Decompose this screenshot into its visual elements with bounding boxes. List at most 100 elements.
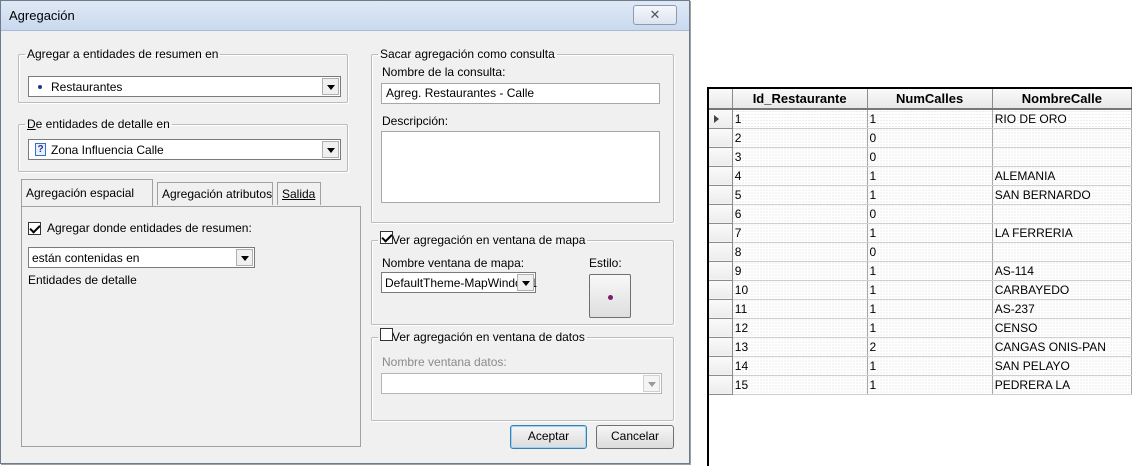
- detail-layer-select[interactable]: ? Zona Influencia Calle: [28, 139, 341, 160]
- row-selector[interactable]: [709, 166, 733, 186]
- data-window-select[interactable]: [381, 373, 662, 394]
- chevron-down-icon[interactable]: [643, 375, 660, 392]
- table-row[interactable]: 60: [709, 204, 1132, 224]
- cancel-button[interactable]: Cancelar: [596, 425, 674, 449]
- cell-numcalles[interactable]: 0: [867, 242, 993, 262]
- table-row[interactable]: 9 1 AS-114: [709, 261, 1132, 281]
- cell-numcalles[interactable]: 1: [867, 375, 993, 395]
- ok-button[interactable]: Aceptar: [510, 425, 587, 449]
- cell-numcalles[interactable]: 1: [867, 299, 993, 319]
- table-row[interactable]: 15 1 PEDRERA LA: [709, 375, 1132, 395]
- cell-nombrecalle[interactable]: SAN PELAYO: [992, 356, 1132, 376]
- cell-id-restaurante[interactable]: 1: [732, 109, 868, 129]
- symbol-style-button[interactable]: [589, 274, 631, 318]
- cell-nombrecalle[interactable]: [992, 242, 1132, 262]
- cell-id-restaurante[interactable]: 13: [732, 337, 868, 357]
- row-selector[interactable]: [709, 375, 733, 395]
- cell-numcalles[interactable]: 2: [867, 337, 993, 357]
- row-selector[interactable]: [709, 261, 733, 281]
- cell-nombrecalle[interactable]: LA FERRERIA: [992, 223, 1132, 243]
- row-selector[interactable]: [709, 356, 733, 376]
- cell-numcalles[interactable]: 0: [867, 128, 993, 148]
- cell-id-restaurante[interactable]: 10: [732, 280, 868, 300]
- cell-id-restaurante[interactable]: 7: [732, 223, 868, 243]
- close-button[interactable]: ✕: [633, 5, 677, 25]
- cell-id-restaurante[interactable]: 12: [732, 318, 868, 338]
- chevron-down-icon[interactable]: [236, 249, 253, 266]
- row-selector[interactable]: [709, 242, 733, 262]
- cell-numcalles[interactable]: 1: [867, 318, 993, 338]
- cell-nombrecalle[interactable]: CANGAS ONIS-PAN: [992, 337, 1132, 357]
- chevron-down-icon[interactable]: [322, 78, 339, 95]
- cell-id-restaurante[interactable]: 3: [732, 147, 868, 167]
- cell-numcalles[interactable]: 0: [867, 204, 993, 224]
- cell-numcalles[interactable]: 1: [867, 185, 993, 205]
- cell-numcalles[interactable]: 0: [867, 147, 993, 167]
- tab-spatial-aggregation[interactable]: Agregación espacial: [21, 179, 153, 206]
- cell-numcalles[interactable]: 1: [867, 223, 993, 243]
- row-selector[interactable]: [709, 318, 733, 338]
- tab-attribute-aggregation[interactable]: Agregación atributos: [157, 182, 273, 205]
- cell-nombrecalle[interactable]: [992, 128, 1132, 148]
- table-row[interactable]: 5 1 SAN BERNARDO: [709, 185, 1132, 205]
- cell-id-restaurante[interactable]: 5: [732, 185, 868, 205]
- table-row[interactable]: 10 1 CARBAYEDO: [709, 280, 1132, 300]
- cell-nombrecalle[interactable]: PEDRERA LA: [992, 375, 1132, 395]
- cell-numcalles[interactable]: 1: [867, 280, 993, 300]
- cell-numcalles[interactable]: 1: [867, 356, 993, 376]
- cell-nombrecalle[interactable]: ALEMANIA: [992, 166, 1132, 186]
- row-selector[interactable]: [709, 185, 733, 205]
- cell-nombrecalle[interactable]: CENSO: [992, 318, 1132, 338]
- column-header-nombrecalle[interactable]: NombreCalle: [992, 89, 1132, 110]
- cell-id-restaurante[interactable]: 6: [732, 204, 868, 224]
- row-selector[interactable]: [709, 337, 733, 357]
- table-row[interactable]: 80: [709, 242, 1132, 262]
- row-selector-header[interactable]: [709, 89, 733, 110]
- row-selector[interactable]: [709, 147, 733, 167]
- table-row[interactable]: 7 1 LA FERRERIA: [709, 223, 1132, 243]
- cell-id-restaurante[interactable]: 4: [732, 166, 868, 186]
- column-header-id-restaurante[interactable]: Id_Restaurante: [732, 89, 868, 110]
- table-row[interactable]: 12 1 CENSO: [709, 318, 1132, 338]
- description-input[interactable]: [381, 131, 660, 203]
- cell-nombrecalle[interactable]: RIO DE ORO: [992, 109, 1132, 129]
- chevron-down-icon[interactable]: [517, 274, 534, 291]
- row-selector[interactable]: [709, 109, 733, 129]
- table-row[interactable]: 11 1 AS-237: [709, 299, 1132, 319]
- table-row[interactable]: 4 1 ALEMANIA: [709, 166, 1132, 186]
- cell-nombrecalle[interactable]: AS-237: [992, 299, 1132, 319]
- cell-id-restaurante[interactable]: 15: [732, 375, 868, 395]
- spatial-relation-select[interactable]: están contenidas en: [28, 247, 255, 268]
- cell-nombrecalle[interactable]: [992, 204, 1132, 224]
- cell-id-restaurante[interactable]: 14: [732, 356, 868, 376]
- map-window-select[interactable]: DefaultTheme-MapWindow1: [381, 272, 537, 293]
- row-selector[interactable]: [709, 280, 733, 300]
- cell-numcalles[interactable]: 1: [867, 109, 993, 129]
- table-row[interactable]: 13 2 CANGAS ONIS-PAN: [709, 337, 1132, 357]
- cell-id-restaurante[interactable]: 11: [732, 299, 868, 319]
- aggregate-where-checkbox[interactable]: [28, 222, 41, 235]
- column-header-numcalles[interactable]: NumCalles: [867, 89, 993, 110]
- show-data-window-checkbox[interactable]: [380, 328, 393, 341]
- table-row[interactable]: 14 1 SAN PELAYO: [709, 356, 1132, 376]
- row-selector[interactable]: [709, 128, 733, 148]
- cell-nombrecalle[interactable]: AS-114: [992, 261, 1132, 281]
- cell-id-restaurante[interactable]: 9: [732, 261, 868, 281]
- show-map-window-checkbox[interactable]: [380, 231, 393, 244]
- cell-nombrecalle[interactable]: [992, 147, 1132, 167]
- title-bar[interactable]: Agregación ✕: [1, 1, 689, 31]
- row-selector[interactable]: [709, 299, 733, 319]
- tab-output[interactable]: Salida: [277, 182, 321, 205]
- cell-nombrecalle[interactable]: CARBAYEDO: [992, 280, 1132, 300]
- cell-numcalles[interactable]: 1: [867, 166, 993, 186]
- table-row[interactable]: 30: [709, 147, 1132, 167]
- query-name-input[interactable]: Agreg. Restaurantes - Calle: [381, 83, 660, 104]
- cell-nombrecalle[interactable]: SAN BERNARDO: [992, 185, 1132, 205]
- summary-layer-select[interactable]: Restaurantes: [28, 76, 341, 97]
- cell-id-restaurante[interactable]: 2: [732, 128, 868, 148]
- cell-id-restaurante[interactable]: 8: [732, 242, 868, 262]
- row-selector[interactable]: [709, 223, 733, 243]
- table-row[interactable]: 1 1 RIO DE ORO: [709, 109, 1132, 129]
- row-selector[interactable]: [709, 204, 733, 224]
- table-row[interactable]: 20: [709, 128, 1132, 148]
